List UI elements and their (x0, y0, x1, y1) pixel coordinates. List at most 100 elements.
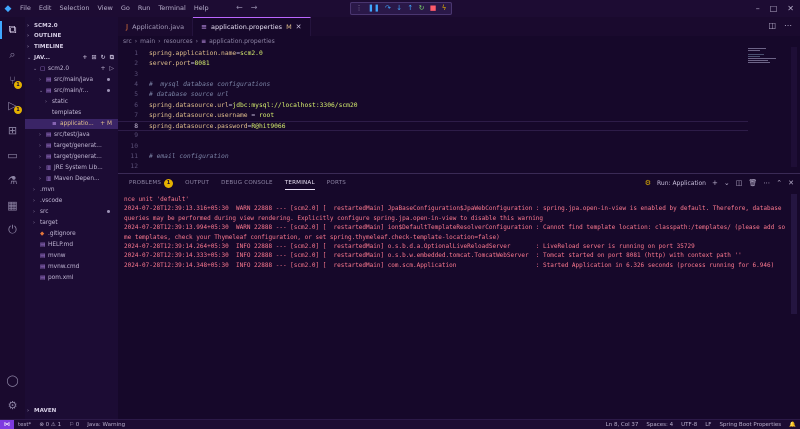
code-editor[interactable]: 1 spring.application.name=scm2.0 2 server.p… (118, 47, 800, 173)
more-actions-icon[interactable]: ⋯ (784, 21, 792, 30)
tree-item[interactable]: › .vscode (25, 196, 118, 206)
pause-icon[interactable]: ❚❚ (368, 5, 380, 12)
drag-handle-icon[interactable]: ⋮ (356, 5, 363, 12)
maven-section[interactable]: › MAVEN (25, 406, 118, 416)
tree-item[interactable]: › OUTLINE (25, 31, 118, 41)
split-terminal-icon[interactable]: ◫ (736, 179, 743, 187)
tree-item[interactable]: ▤ mvnw (25, 251, 118, 261)
problems-indicator[interactable]: ⊗ 0 ⚠ 1 (39, 422, 61, 428)
menu-view[interactable]: View (93, 0, 116, 17)
tab-ports[interactable]: PORTS (321, 174, 352, 192)
step-out-icon[interactable]: ↑ (407, 5, 413, 12)
step-into-icon[interactable]: ↓ (396, 5, 402, 12)
tree-item[interactable]: ⌄ JAV... + ⊞ ↻ ⧉ (25, 53, 118, 63)
more-actions-icon[interactable]: ⋯ (763, 179, 770, 187)
code-line[interactable]: 6 spring.datasource.url=jdbc:mysql://loca… (118, 101, 748, 111)
search-icon[interactable]: ⌕ (4, 47, 21, 63)
back-arrow-icon[interactable]: ← (236, 3, 243, 12)
menu-selection[interactable]: Selection (55, 0, 93, 17)
language-mode[interactable]: Spring Boot Properties (719, 420, 781, 429)
new-terminal-icon[interactable]: + (712, 179, 718, 187)
ports-indicator[interactable]: ⚐ 0 (69, 422, 79, 428)
branch-indicator[interactable]: test* (18, 422, 31, 428)
menu-file[interactable]: File (16, 0, 35, 17)
code-line[interactable]: 10 (118, 142, 748, 152)
terminal-scrollbar[interactable] (791, 194, 797, 314)
tree-item[interactable]: › static (25, 97, 118, 107)
breadcrumb-file[interactable]: application.properties (209, 38, 275, 45)
code-line[interactable]: 9 (118, 131, 748, 141)
maximize-panel-icon[interactable]: ⌃ (776, 179, 782, 187)
code-line[interactable]: 8 spring.datasource.password=R@hit9066 (118, 121, 748, 132)
tab-application-properties[interactable]: ≡ application.properties M ✕ (193, 17, 311, 36)
menu-run[interactable]: Run (134, 0, 154, 17)
code-line[interactable]: 3 (118, 70, 748, 80)
tree-item[interactable]: › TIMELINE (25, 42, 118, 52)
code-line[interactable]: 5 # database source url (118, 90, 748, 100)
line-ending[interactable]: LF (705, 420, 711, 429)
menu-edit[interactable]: Edit (35, 0, 56, 17)
encoding[interactable]: UTF-8 (681, 420, 697, 429)
terminal-selector[interactable]: Run: Application (657, 180, 706, 187)
code-line[interactable]: 2 server.port=8081 (118, 59, 748, 69)
remote-indicator-icon[interactable]: ⋈ (0, 419, 14, 429)
editor-scrollbar[interactable] (791, 47, 797, 167)
tree-item[interactable]: ▤ HELP.md (25, 240, 118, 250)
tree-item[interactable]: ≡ applicatio... + M (25, 119, 118, 129)
close-icon[interactable]: ✕ (787, 0, 794, 17)
tab-output[interactable]: OUTPUT (179, 174, 215, 192)
gear-icon[interactable]: ⚙ (4, 397, 21, 413)
code-line[interactable]: 1 spring.application.name=scm2.0 (118, 49, 748, 59)
close-tab-icon[interactable]: ✕ (296, 23, 302, 31)
menu-help[interactable]: Help (190, 0, 213, 17)
source-control-icon[interactable]: ⑂ 1 (4, 72, 22, 89)
minimize-icon[interactable]: – (756, 0, 760, 17)
account-icon[interactable]: ◯ (4, 372, 21, 388)
hot-reload-icon[interactable]: ϟ (442, 5, 447, 12)
remote-explorer-icon[interactable]: ▭ (4, 147, 21, 163)
tree-item[interactable]: ◆ .gitignore (25, 229, 118, 239)
breadcrumb-main[interactable]: main (140, 38, 155, 45)
tab-problems[interactable]: PROBLEMS 1 (123, 174, 179, 192)
maximize-icon[interactable]: □ (770, 0, 778, 17)
code-line[interactable]: 12 (118, 162, 748, 172)
tree-item[interactable]: › ▥ Maven Depen... (25, 174, 118, 184)
menu-go[interactable]: Go (117, 0, 134, 17)
testing-icon[interactable]: ⚗ (4, 172, 21, 188)
extensions-icon[interactable]: ⊞ (4, 122, 21, 138)
tree-actions[interactable]: + ⊞ ↻ ⧉ (82, 53, 115, 63)
tree-item[interactable]: templates (25, 108, 118, 118)
restart-icon[interactable]: ↻ (419, 5, 425, 12)
stop-icon[interactable]: ■ (430, 5, 437, 12)
tab-application-java[interactable]: J Application.java (118, 17, 194, 36)
tree-item[interactable]: › ▥ JRE System Lib... (25, 163, 118, 173)
menu-terminal[interactable]: Terminal (154, 0, 189, 17)
minimap[interactable] (748, 47, 784, 87)
forward-arrow-icon[interactable]: → (251, 3, 258, 12)
explorer-icon[interactable]: ⧉ (4, 22, 21, 38)
breadcrumb-resources[interactable]: resources (164, 38, 193, 45)
tree-item[interactable]: ▤ mvnw.cmd (25, 262, 118, 272)
cursor-position[interactable]: Ln 8, Col 37 (606, 420, 639, 429)
tree-item[interactable]: ⌄ ▢ scm2.0 + ▷ (25, 64, 118, 74)
chevron-down-icon[interactable]: ⌄ (724, 179, 730, 187)
breadcrumb-src[interactable]: src (123, 38, 132, 45)
tab-terminal[interactable]: TERMINAL (279, 174, 321, 192)
tree-actions[interactable]: + ▷ (100, 64, 115, 74)
step-over-icon[interactable]: ↷ (385, 5, 391, 12)
indentation[interactable]: Spaces: 4 (646, 420, 673, 429)
code-line[interactable]: 11 # email configuration (118, 152, 748, 162)
tree-item[interactable]: › ▤ target/generat... (25, 152, 118, 162)
docker-icon[interactable]: ▦ (4, 197, 21, 213)
trash-icon[interactable]: 🗑 (748, 179, 757, 187)
tree-item[interactable]: ▤ pom.xml (25, 273, 118, 283)
code-line[interactable]: 4 # mysql database configurations (118, 80, 748, 90)
code-line[interactable]: 7 spring.datasource.username = root (118, 111, 748, 121)
spring-boot-icon[interactable]: ⏻ (4, 222, 21, 238)
tree-item[interactable]: › target (25, 218, 118, 228)
tree-item[interactable]: › ▤ src/main/java (25, 75, 118, 85)
tree-item[interactable]: ⌄ ▤ src/main/r... (25, 86, 118, 96)
tree-item[interactable]: › ▤ src/test/java (25, 130, 118, 140)
tree-item[interactable]: › ▤ target/generat... (25, 141, 118, 151)
close-panel-icon[interactable]: ✕ (788, 179, 794, 187)
